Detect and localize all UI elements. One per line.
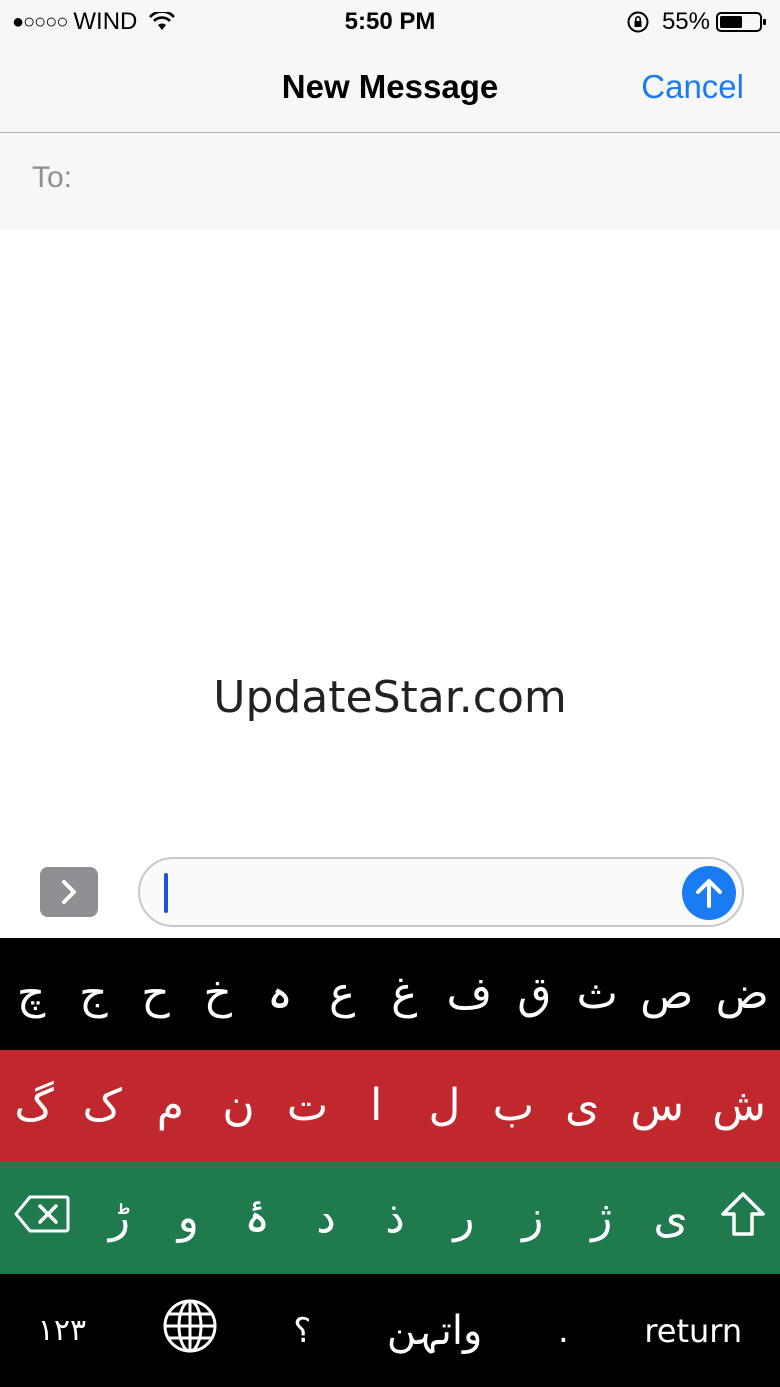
numbers-key[interactable]: ۱۲۳ bbox=[38, 1313, 86, 1348]
key[interactable]: ہ bbox=[260, 972, 300, 1016]
key[interactable]: ذ bbox=[375, 1196, 415, 1240]
key[interactable]: ی bbox=[651, 1196, 691, 1240]
key[interactable]: ک bbox=[82, 1084, 122, 1128]
key[interactable]: ی bbox=[562, 1084, 602, 1128]
expand-apps-button[interactable] bbox=[40, 867, 98, 917]
key[interactable]: ع bbox=[322, 972, 362, 1016]
text-cursor bbox=[164, 873, 168, 913]
key[interactable]: چ bbox=[11, 972, 51, 1016]
key[interactable]: ت bbox=[287, 1084, 328, 1128]
arrow-up-icon bbox=[696, 879, 722, 908]
key[interactable]: د bbox=[306, 1196, 346, 1240]
period-key[interactable]: . bbox=[558, 1311, 569, 1351]
key[interactable]: ژ bbox=[582, 1196, 622, 1240]
question-key[interactable]: ؟ bbox=[293, 1311, 311, 1351]
key[interactable]: و bbox=[168, 1196, 208, 1240]
to-label: To: bbox=[32, 161, 73, 194]
key[interactable]: ۂ bbox=[237, 1196, 277, 1240]
key[interactable]: ق bbox=[514, 972, 554, 1016]
keyboard-row-3: ڑ و ۂ د ذ ر ز ژ ی bbox=[0, 1162, 780, 1274]
key[interactable]: ل bbox=[424, 1084, 464, 1128]
keyboard-row-2: گ ک م ن ت ا ل ب ی س ش bbox=[0, 1050, 780, 1162]
navigation-bar: New Message Cancel bbox=[0, 44, 780, 133]
key[interactable]: ث bbox=[577, 972, 618, 1016]
status-right: 55% bbox=[626, 8, 768, 36]
key[interactable]: ف bbox=[447, 972, 493, 1016]
cancel-button[interactable]: Cancel bbox=[641, 68, 744, 106]
return-key[interactable]: return bbox=[644, 1312, 742, 1350]
urdu-keyboard: چ ج ح خ ہ ع غ ف ق ث ص ض گ ک م ن ت ا ل ب … bbox=[0, 938, 780, 1387]
key[interactable]: ڑ bbox=[99, 1196, 139, 1240]
keyboard-row-1: چ ج ح خ ہ ع غ ف ق ث ص ض bbox=[0, 938, 780, 1050]
backspace-key[interactable] bbox=[14, 1195, 70, 1241]
message-input[interactable] bbox=[138, 857, 744, 927]
send-button[interactable] bbox=[682, 866, 736, 920]
key[interactable]: ن bbox=[219, 1084, 259, 1128]
key[interactable]: ض bbox=[716, 972, 769, 1016]
status-bar: ●○○○○ WIND 5:50 PM 55% bbox=[0, 0, 780, 44]
key[interactable]: ج bbox=[73, 972, 113, 1016]
globe-key[interactable] bbox=[162, 1298, 218, 1363]
orientation-lock-icon bbox=[627, 11, 649, 33]
key[interactable]: غ bbox=[384, 972, 424, 1016]
battery-icon bbox=[716, 12, 766, 32]
watermark-text: UpdateStar.com bbox=[213, 672, 567, 723]
shift-key[interactable] bbox=[720, 1191, 766, 1245]
recipient-field[interactable]: To: bbox=[0, 133, 780, 229]
key[interactable]: ز bbox=[513, 1196, 553, 1240]
key[interactable]: ب bbox=[493, 1084, 534, 1128]
keyboard-row-4: ۱۲۳ ؟ واتہن . return bbox=[0, 1274, 780, 1387]
key[interactable]: س bbox=[630, 1084, 684, 1128]
key[interactable]: خ bbox=[198, 972, 238, 1016]
chevron-right-icon bbox=[62, 880, 76, 904]
key[interactable]: گ bbox=[14, 1084, 54, 1128]
key[interactable]: ش bbox=[712, 1084, 766, 1128]
key[interactable]: ا bbox=[356, 1084, 396, 1128]
key[interactable]: ر bbox=[444, 1196, 484, 1240]
key[interactable]: ص bbox=[640, 972, 693, 1016]
shift-icon bbox=[720, 1192, 765, 1236]
key[interactable]: ح bbox=[136, 972, 176, 1016]
globe-icon bbox=[163, 1299, 217, 1353]
space-key[interactable]: واتہن bbox=[387, 1308, 482, 1354]
battery-percent: 55% bbox=[661, 8, 710, 35]
backspace-icon bbox=[14, 1195, 70, 1233]
key[interactable]: م bbox=[150, 1084, 190, 1128]
